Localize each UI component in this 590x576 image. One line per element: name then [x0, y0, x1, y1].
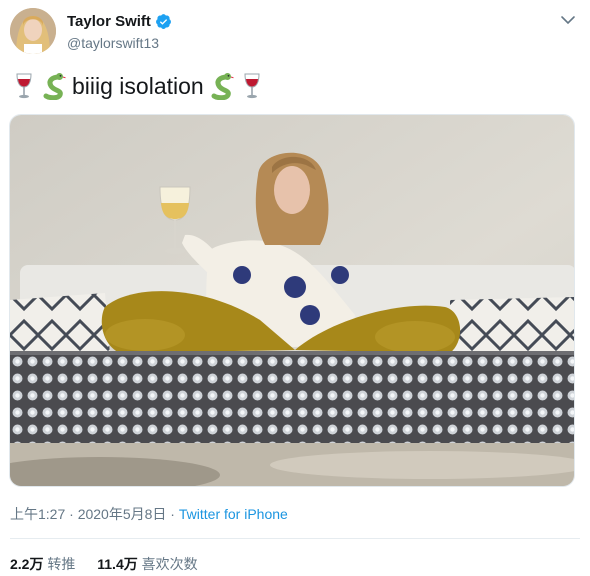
tweet-photo[interactable] — [9, 114, 575, 487]
author-name[interactable]: Taylor Swift — [67, 13, 151, 30]
avatar[interactable] — [10, 8, 56, 54]
tweet-photo-image — [10, 115, 574, 486]
tweet-date[interactable]: 2020年5月8日 — [78, 506, 167, 522]
retweet-label: 转推 — [47, 556, 76, 572]
like-label: 喜欢次数 — [141, 556, 198, 572]
like-stat[interactable]: 11.4万 喜欢次数 — [97, 556, 197, 572]
like-count: 11.4万 — [97, 556, 138, 572]
verified-badge-icon — [155, 14, 171, 29]
tweet-text-row: biiig isolation — [12, 72, 264, 100]
wine-glass-icon — [16, 73, 32, 99]
tweet-stats: 2.2万 转推 11.4万 喜欢次数 — [10, 554, 216, 574]
wine-glass-icon — [244, 73, 260, 99]
meta-separator: · — [65, 506, 78, 522]
author-name-row[interactable]: Taylor Swift — [67, 13, 172, 30]
tweet-time[interactable]: 上午1:27 — [10, 506, 65, 522]
tweet-source-link[interactable]: Twitter for iPhone — [179, 506, 288, 522]
retweet-stat[interactable]: 2.2万 转推 — [10, 556, 75, 572]
chevron-down-icon[interactable] — [560, 12, 576, 28]
author-handle[interactable]: @taylorswift13 — [67, 35, 159, 51]
tweet-timestamp: 上午1:27 · 2020年5月8日 · Twitter for iPhone — [10, 504, 288, 524]
snake-icon — [211, 73, 234, 100]
avatar-image — [10, 8, 56, 54]
snake-icon — [43, 73, 66, 100]
tweet-text: biiig isolation — [72, 72, 204, 99]
divider — [10, 538, 580, 539]
meta-separator: · — [166, 506, 179, 522]
retweet-count: 2.2万 — [10, 556, 44, 572]
